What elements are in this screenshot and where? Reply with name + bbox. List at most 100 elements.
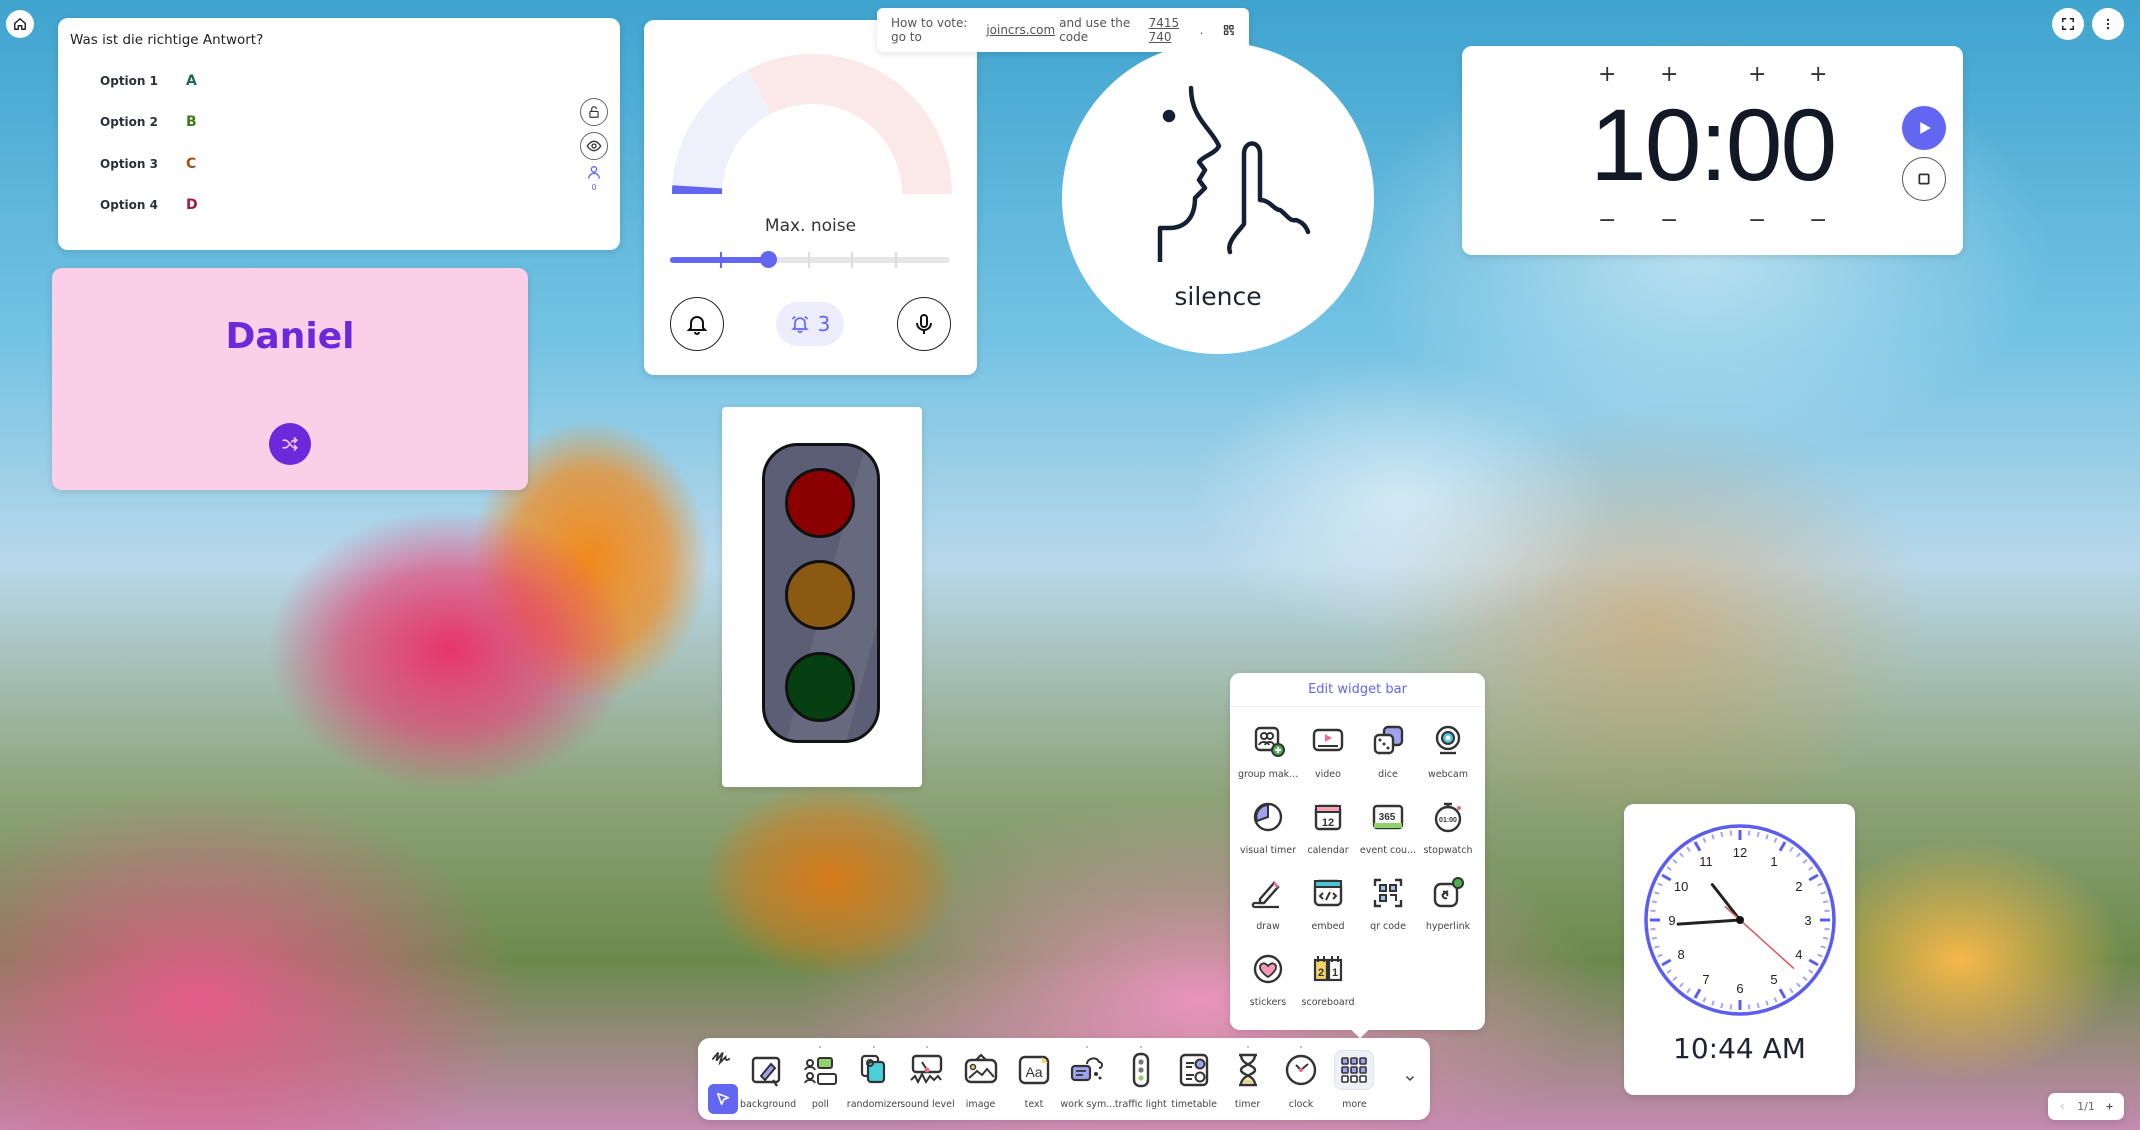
poll-option[interactable]: Option 2 B <box>58 114 258 130</box>
bell-button[interactable] <box>670 297 724 351</box>
page-indicator: 1/1 <box>2077 1100 2095 1113</box>
collapse-toolbar-button[interactable] <box>1400 1068 1420 1088</box>
minutes-ones-decrement[interactable]: − <box>1809 210 1827 232</box>
shush-face-icon <box>1157 85 1311 262</box>
home-button[interactable] <box>6 10 34 38</box>
vote-code[interactable]: 7415 740 <box>1149 16 1196 44</box>
draw-mode-button[interactable] <box>710 1048 738 1074</box>
microphone-button[interactable] <box>897 297 951 351</box>
widget-option-hyperlink[interactable]: hyperlink <box>1418 875 1478 932</box>
plus-icon[interactable] <box>2105 1102 2114 1111</box>
hours-ones-decrement[interactable]: − <box>1660 210 1678 232</box>
qr-code-icon[interactable] <box>1223 23 1235 37</box>
toolbar-item-timer[interactable]: timer <box>1221 1046 1275 1110</box>
toolbar-item-work-symbols[interactable]: work sym... <box>1060 1046 1116 1110</box>
toolbar-item-text[interactable]: Aa text <box>1007 1046 1061 1110</box>
slider-tick <box>851 252 853 268</box>
vote-suffix: . <box>1199 23 1204 37</box>
widget-option-embed[interactable]: embed <box>1298 875 1358 932</box>
widget-option-stickers[interactable]: stickers <box>1238 951 1298 1008</box>
widget-option-group-maker[interactable]: group mak... <box>1238 723 1298 780</box>
shuffle-button[interactable] <box>269 423 311 465</box>
widget-option-scoreboard[interactable]: 2 1 scoreboard <box>1298 951 1358 1008</box>
widget-option-draw[interactable]: draw <box>1238 875 1298 932</box>
toolbar-item-grid[interactable]: more <box>1327 1046 1381 1110</box>
randomizer-widget[interactable]: Daniel <box>52 268 528 490</box>
chevron-left-icon[interactable] <box>2058 1102 2067 1111</box>
toolbar-item-image[interactable]: image <box>954 1046 1008 1110</box>
hours-tens-increment[interactable]: + <box>1598 64 1616 86</box>
alarm-count-badge[interactable]: 3 <box>776 302 844 346</box>
yellow-lamp[interactable] <box>785 560 855 630</box>
more-menu-button[interactable] <box>2092 8 2124 40</box>
minutes-tens-increment[interactable]: + <box>1748 64 1766 86</box>
clock-widget[interactable]: 12 1 2 3 4 5 6 7 8 9 10 11 10:44 AM <box>1624 804 1855 1095</box>
work-symbol-silence[interactable]: silence <box>1062 42 1374 354</box>
stickers-icon <box>1253 954 1283 984</box>
lock-open-icon <box>589 106 599 118</box>
widget-option-visual-timer[interactable]: visual timer <box>1238 799 1298 856</box>
edit-widget-bar-link[interactable]: Edit widget bar <box>1230 673 1485 707</box>
widget-option-calendar[interactable]: 12 calendar <box>1298 799 1358 856</box>
toolbar-item-timetable[interactable]: timetable <box>1167 1046 1221 1110</box>
minutes-tens-decrement[interactable]: − <box>1748 210 1766 232</box>
poll-option[interactable]: Option 3 C <box>58 156 258 172</box>
fullscreen-button[interactable] <box>2052 8 2084 40</box>
poll-icon <box>804 1057 838 1085</box>
toolbar-item-label: clock <box>1288 1099 1314 1110</box>
red-lamp[interactable] <box>785 468 855 538</box>
toolbar-item-randomizer[interactable]: randomizer <box>847 1046 901 1110</box>
traffic-light-widget[interactable] <box>722 407 922 787</box>
alarm-clock-icon <box>790 315 809 334</box>
widget-option-webcam[interactable]: webcam <box>1418 723 1478 780</box>
svg-text:01:00: 01:00 <box>1439 817 1457 824</box>
show-results-button[interactable] <box>580 132 608 160</box>
widget-option-stopwatch[interactable]: 01:00 stopwatch <box>1418 799 1478 856</box>
toolbar-item-poll[interactable]: poll <box>793 1046 847 1110</box>
minutes-ones-increment[interactable]: + <box>1809 64 1827 86</box>
sound-level-widget[interactable]: Max. noise 3 <box>644 20 977 375</box>
minute-tick <box>1720 1002 1724 1009</box>
slider-handle[interactable] <box>760 251 777 268</box>
lock-button[interactable] <box>580 98 608 126</box>
widget-option-event-counter[interactable]: 365 event cou... <box>1358 799 1418 856</box>
select-mode-button[interactable] <box>708 1084 738 1114</box>
stop-button[interactable] <box>1902 157 1946 201</box>
clock-numeral: 9 <box>1668 913 1675 928</box>
alarm-count: 3 <box>817 312 831 336</box>
poll-option[interactable]: Option 1 A <box>58 73 258 89</box>
poll-widget[interactable]: Was ist die richtige Antwort? Option 1A … <box>58 18 620 250</box>
play-button[interactable] <box>1902 106 1946 150</box>
vote-link[interactable]: joincrs.com <box>986 23 1055 37</box>
poll-option-letter: A <box>186 73 197 89</box>
minute-tick <box>1822 900 1829 904</box>
toolbar-item-label: timer <box>1234 1099 1261 1110</box>
minute-tick <box>1822 936 1829 940</box>
toolbar-item-label: text <box>1024 1099 1044 1110</box>
poll-option[interactable]: Option 4 D <box>58 197 258 213</box>
toolbar-item-traffic-light[interactable]: traffic light <box>1114 1046 1168 1110</box>
threshold-slider[interactable] <box>670 251 950 268</box>
participants-indicator: 0 <box>584 164 604 192</box>
toolbar-item-label: randomizer <box>846 1099 902 1110</box>
active-indicator-dot <box>1139 1046 1142 1048</box>
poll-question: Was ist die richtige Antwort? <box>70 32 264 48</box>
timer-widget[interactable]: + + + + 10:00 − − − − <box>1462 46 1963 255</box>
fullscreen-icon <box>2062 18 2074 30</box>
hours-ones-increment[interactable]: + <box>1660 64 1678 86</box>
widget-option-qr-code[interactable]: qr code <box>1358 875 1418 932</box>
widget-option-dice[interactable]: dice <box>1358 723 1418 780</box>
hours-tens-decrement[interactable]: − <box>1598 210 1616 232</box>
participant-count: 0 <box>591 183 597 192</box>
hyperlink-icon <box>1433 877 1464 908</box>
stop-icon <box>1918 173 1930 185</box>
shuffle-icon <box>282 437 298 451</box>
widget-option-video[interactable]: video <box>1298 723 1358 780</box>
green-lamp[interactable] <box>785 652 855 722</box>
silence-label: silence <box>1174 282 1262 311</box>
toolbar-item-clock[interactable]: clock <box>1274 1046 1328 1110</box>
toolbar-item-sound-level[interactable]: sound level <box>900 1046 955 1110</box>
toolbar-item-background[interactable]: background <box>740 1046 796 1110</box>
clock-numeral: 3 <box>1804 913 1811 928</box>
toolbar-item-label: work sym... <box>1060 1099 1116 1110</box>
